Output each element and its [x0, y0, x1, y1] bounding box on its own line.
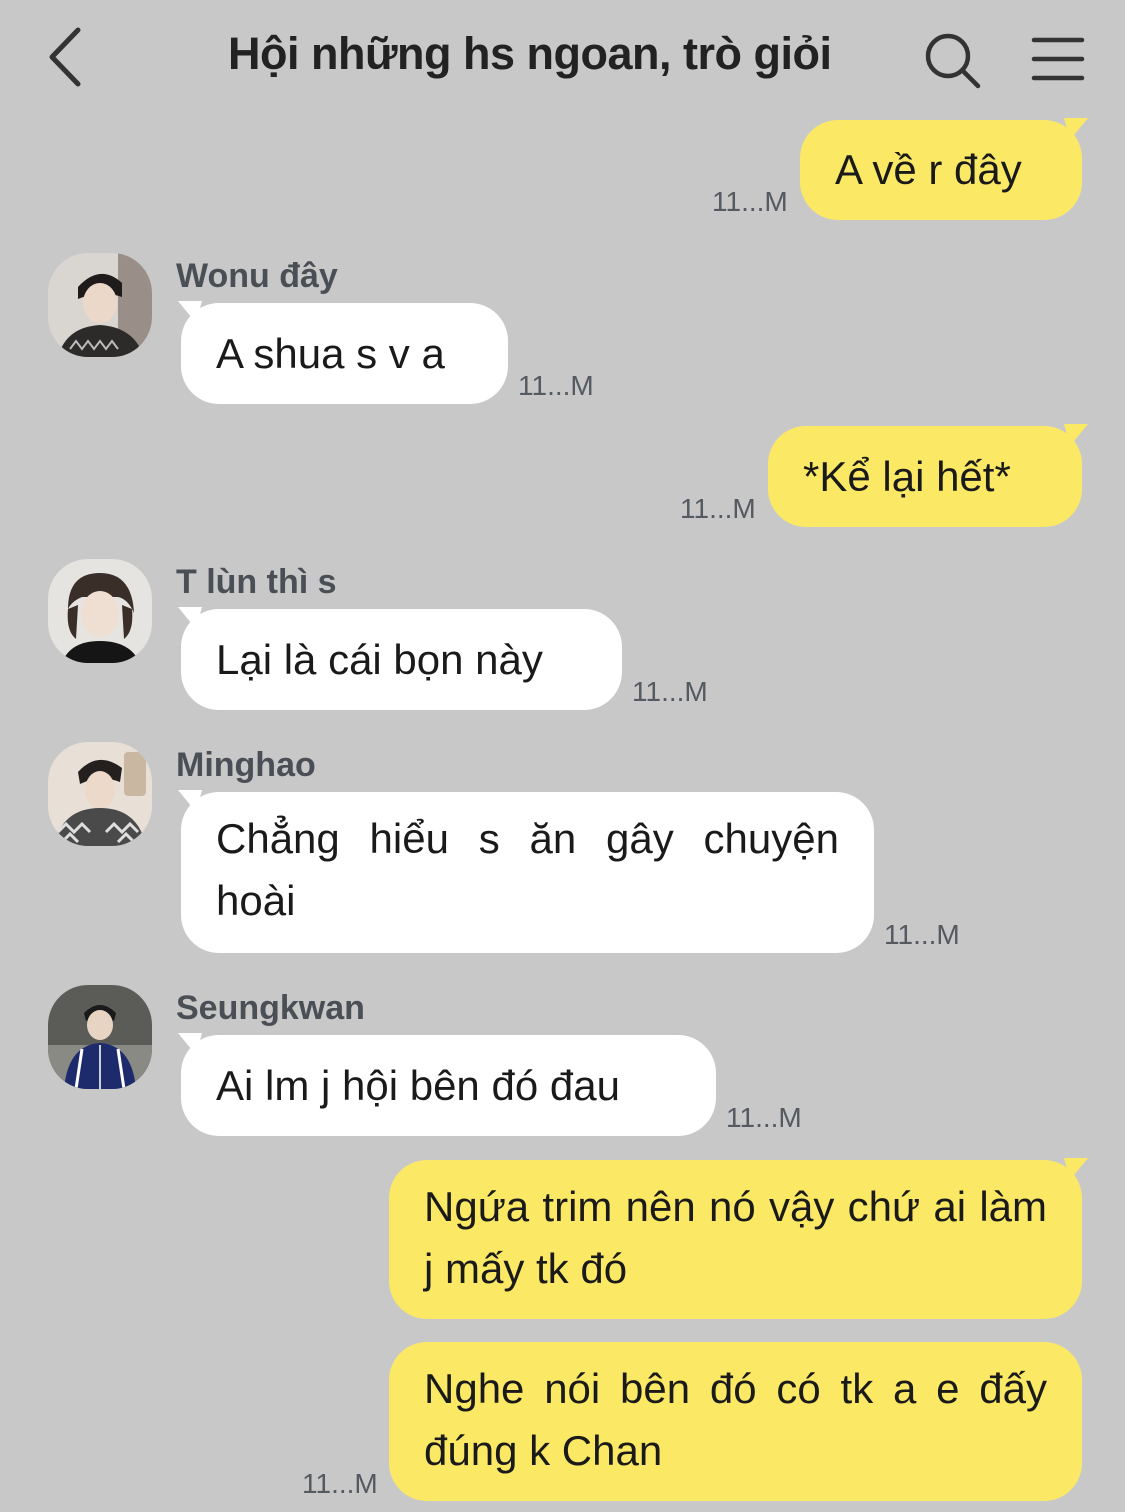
avatar[interactable]: [48, 985, 152, 1089]
sender-name: Seungkwan: [176, 989, 365, 1027]
message-bubble[interactable]: Ngứa trim nên nó vậy chứ ai làm j mấy tk…: [389, 1160, 1082, 1319]
message-bubble[interactable]: Lại là cái bọn này: [181, 609, 622, 710]
sender-name: T lùn thì s: [176, 563, 337, 601]
bubble-tail: [1064, 118, 1088, 140]
message-time: 11...M: [302, 1468, 378, 1499]
bubble-tail: [178, 607, 202, 629]
bubble-tail: [178, 790, 202, 812]
avatar[interactable]: [48, 559, 152, 663]
sender-name: Wonu đây: [176, 257, 338, 295]
message-bubble[interactable]: *Kể lại hết*: [768, 426, 1082, 527]
message-time: 11...M: [726, 1102, 802, 1133]
message-bubble[interactable]: A shua s v a: [181, 303, 508, 404]
bubble-tail: [1064, 1158, 1088, 1180]
sender-name: Minghao: [176, 746, 316, 784]
chat-title: Hội những hs ngoan, trò giỏi: [228, 28, 832, 79]
bubble-tail: [178, 301, 202, 323]
back-arrow-icon[interactable]: [40, 24, 96, 90]
hamburger-menu-icon[interactable]: [1030, 32, 1088, 88]
message-time: 11...M: [632, 676, 708, 707]
message-bubble[interactable]: Chẳng hiểu s ăn gây chuyện hoài: [181, 792, 874, 953]
search-icon[interactable]: [920, 28, 986, 94]
avatar[interactable]: [48, 253, 152, 357]
chat-header: Hội những hs ngoan, trò giỏi: [0, 0, 1125, 118]
chat-screen: Hội những hs ngoan, trò giỏi 11...M A về…: [0, 0, 1125, 1512]
avatar[interactable]: [48, 742, 152, 846]
bubble-tail: [178, 1033, 202, 1055]
message-bubble[interactable]: Nghe nói bên đó có tk a e đấy đúng k Cha…: [389, 1342, 1082, 1501]
message-time: 11...M: [884, 919, 960, 950]
message-time: 11...M: [680, 493, 756, 524]
message-bubble[interactable]: Ai lm j hội bên đó đau: [181, 1035, 716, 1136]
message-time: 11...M: [712, 186, 788, 217]
bubble-tail: [1064, 424, 1088, 446]
message-bubble[interactable]: A về r đây: [800, 120, 1082, 220]
message-time: 11...M: [518, 370, 594, 401]
